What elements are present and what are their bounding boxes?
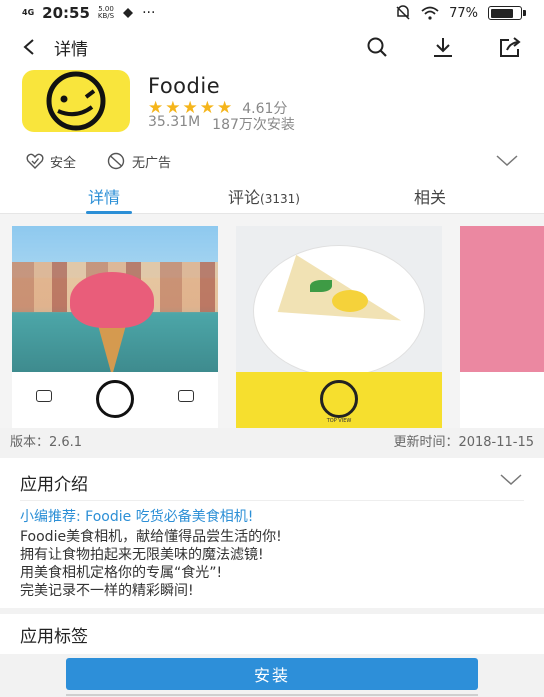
app-meta: 35.31M 187万次安装 [148, 114, 295, 134]
tab-comments-count: (3131) [260, 192, 300, 206]
divider [20, 500, 524, 501]
chevron-down-icon[interactable] [496, 155, 518, 167]
tab-related[interactable]: 相关 [414, 184, 446, 208]
intro-description: Foodie美食相机，献给懂得品尝生活的你! 拥有让食物拍起来无限美味的魔法滤镜… [20, 528, 530, 600]
clock: 20:55 [42, 4, 90, 22]
no-ads-label: 无广告 [132, 155, 172, 171]
tab-details[interactable]: 详情 [88, 184, 120, 208]
app-tags-section: 应用标签 [0, 614, 544, 654]
network-speed: 5.00 KB/S [98, 6, 114, 20]
app-installs: 187万次安装 [212, 117, 295, 133]
tab-comments-label: 评论 [228, 188, 261, 207]
title-bar: 详情 [0, 26, 544, 68]
mint-leaf [310, 280, 332, 292]
chevron-down-icon[interactable] [500, 474, 522, 486]
shield-heart-icon [26, 153, 44, 169]
no-ads-badge: 无广告 [106, 152, 171, 171]
camera-controls: TOP VIEW [236, 372, 442, 428]
page-title: 详情 [54, 39, 88, 60]
camera-controls [12, 372, 218, 428]
badges-row[interactable]: 安全 无广告 [0, 144, 544, 178]
speed-unit: KB/S [97, 12, 115, 20]
filter-icon [36, 390, 52, 402]
search-icon[interactable] [366, 36, 388, 58]
intro-heading: 应用介绍 [20, 475, 88, 495]
battery-icon [488, 6, 526, 20]
desc-line: 拥有让食物拍起来无限美味的魔法滤镜! [20, 547, 264, 563]
top-view-caption: TOP VIEW [326, 418, 352, 424]
app-info-section: Foodie ★ ★ ★ ★ ★ 4.61分 35.31M 187万次安装 [0, 68, 544, 144]
filter-strip [460, 372, 544, 428]
pink-photo [460, 226, 544, 372]
screenshot-1[interactable] [12, 226, 218, 428]
download-icon[interactable] [432, 36, 454, 58]
safe-badge: 安全 [26, 152, 76, 171]
status-bar: 4G 20:55 5.00 KB/S ··· 77% [0, 0, 544, 26]
more-status-dots: ··· [142, 5, 156, 21]
foodie-logo-icon [46, 71, 106, 131]
tab-bar: 详情 评论(3131) 相关 [0, 178, 544, 214]
screenshot-carousel[interactable]: TOP VIEW [0, 214, 544, 428]
tags-heading: 应用标签 [20, 627, 88, 647]
network-indicator: 4G [22, 8, 35, 17]
gallery-icon [178, 390, 194, 402]
app-size: 35.31M [148, 114, 201, 130]
share-icon[interactable] [498, 36, 522, 58]
version-text: 版本：2.6.1 [10, 434, 83, 450]
screenshot-2[interactable]: TOP VIEW [236, 226, 442, 428]
shutter-icon [320, 380, 358, 418]
app-name: Foodie [148, 74, 221, 98]
battery-percent: 77% [449, 5, 478, 21]
install-button[interactable]: 安装 [66, 658, 478, 690]
screenshot-3[interactable] [460, 226, 544, 428]
desc-line: 用美食相机定格你的专属“食光”! [20, 565, 223, 581]
back-arrow-icon[interactable] [22, 38, 36, 56]
safe-label: 安全 [50, 155, 77, 171]
app-icon [22, 70, 130, 132]
app-intro-section: 应用介绍 小编推荐: Foodie 吃货必备美食相机! Foodie美食相机，献… [0, 458, 544, 608]
desc-line: Foodie美食相机，献给懂得品尝生活的你! [20, 529, 282, 545]
bottom-line [66, 694, 478, 696]
desc-line: 完美记录不一样的精彩瞬间! [20, 583, 194, 599]
wifi-icon [421, 6, 439, 20]
tab-comments[interactable]: 评论(3131) [228, 184, 300, 208]
version-row: 版本：2.6.1 更新时间：2018-11-15 [0, 428, 544, 452]
updated-text: 更新时间：2018-11-15 [393, 434, 534, 450]
cake-photo [236, 226, 442, 376]
shutter-icon [96, 380, 134, 418]
icecream-scoop [70, 272, 154, 328]
location-icon [122, 7, 134, 19]
lemon-slice [332, 290, 368, 312]
no-ads-icon [106, 152, 126, 170]
mute-icon [395, 5, 411, 21]
install-bar: 安装 [0, 654, 544, 697]
editor-pick: 小编推荐: Foodie 吃货必备美食相机! [20, 509, 254, 525]
